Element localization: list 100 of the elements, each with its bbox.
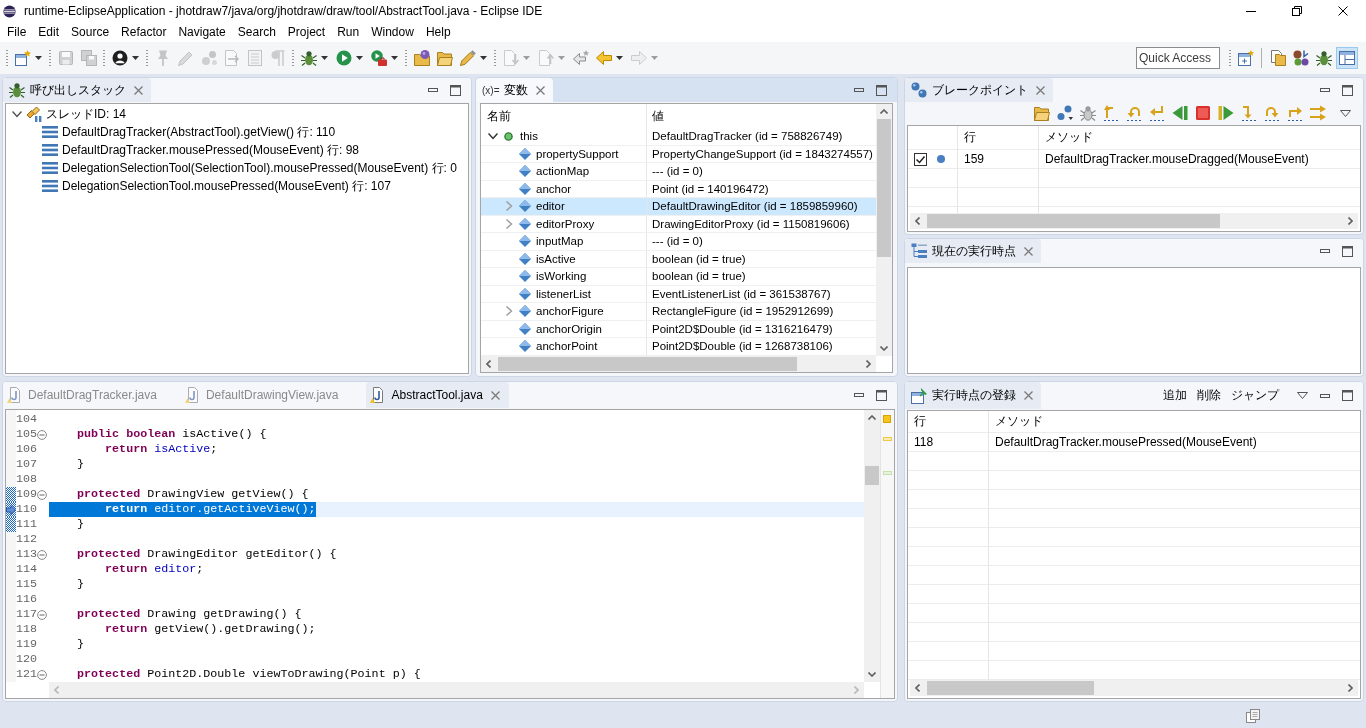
chevron-down-icon[interactable] (488, 131, 498, 142)
table-row[interactable]: anchorOrigin Point2D$Double (id = 1316216479) (481, 320, 876, 338)
menu-item[interactable]: Window (365, 25, 420, 39)
horizontal-scrollbar[interactable] (910, 213, 1358, 229)
menu-item[interactable]: Refactor (115, 25, 173, 39)
chevron-right-icon[interactable] (1348, 684, 1353, 692)
menu-item[interactable]: Run (331, 25, 366, 39)
table-row[interactable]: inputMap --- (id = 0) (481, 233, 876, 251)
editor-tab[interactable]: AbstractTool.java (366, 382, 509, 408)
minimize-icon[interactable] (1320, 249, 1330, 253)
maximize-icon[interactable] (876, 84, 887, 96)
tree-item[interactable]: DefaultDragTracker.mousePressed(MouseEvent) 行: 98 (62, 141, 359, 159)
collapse-icon[interactable] (37, 609, 47, 620)
dropdown-caret-icon[interactable] (480, 56, 487, 60)
annotation-ruler[interactable] (6, 410, 16, 682)
add-button[interactable]: 追加 (1163, 387, 1187, 404)
view-tab[interactable]: ブレークポイント (905, 78, 1053, 102)
table-row[interactable]: actionMap --- (id = 0) (481, 163, 876, 181)
table-row[interactable]: editorProxy DrawingEditorProxy (id = 1150819606) (481, 215, 876, 233)
bug-icon[interactable] (300, 50, 317, 66)
bent-arrow-icon[interactable] (1149, 105, 1165, 121)
column-header[interactable]: メソッド (995, 413, 1043, 430)
view-menu-icon[interactable] (1297, 392, 1308, 399)
stop-icon[interactable] (1195, 105, 1211, 121)
minimize-icon[interactable] (1320, 88, 1330, 92)
window-star-icon[interactable] (14, 50, 31, 66)
menu-item[interactable]: Search (231, 25, 282, 39)
dropdown-caret-icon[interactable] (616, 56, 623, 60)
curved-arrow-icon[interactable] (1126, 105, 1142, 121)
view-tab[interactable]: 呼び出しスタック (3, 78, 151, 102)
chevron-right-icon[interactable] (1348, 217, 1353, 225)
jump-button[interactable]: ジャンプ (1231, 387, 1279, 404)
view-menu-icon[interactable] (1340, 109, 1351, 117)
table-row[interactable]: listenerList EventListenerList (id = 361538767) (481, 285, 876, 303)
folder-icon[interactable] (436, 50, 453, 66)
view-tab[interactable]: (x)= 変数 (476, 78, 553, 102)
dropdown-caret-icon[interactable] (132, 56, 139, 60)
bar-triangle-icon[interactable] (1218, 105, 1234, 121)
menu-item[interactable]: File (1, 25, 33, 39)
scrollbar-thumb[interactable] (927, 681, 1095, 695)
close-icon[interactable] (490, 390, 500, 400)
tree-item[interactable]: DelegationSelectionTool(SelectionTool).mousePressed(MouseEvent) 行: 0 (62, 159, 457, 177)
chevron-left-icon[interactable] (486, 360, 491, 368)
chevron-right-icon[interactable] (866, 360, 871, 368)
collapse-icon[interactable] (37, 549, 47, 560)
table-row[interactable]: propertySupport PropertyChangeSupport (id = 1843274557) (481, 145, 876, 163)
menu-item[interactable]: Source (65, 25, 116, 39)
close-icon[interactable] (134, 85, 143, 95)
bug-icon[interactable] (1080, 105, 1096, 121)
window-plus-icon[interactable] (1237, 50, 1254, 66)
scrollbar-thumb[interactable] (497, 357, 798, 371)
chevron-left-icon[interactable] (915, 684, 920, 692)
folder-icon[interactable] (1034, 105, 1050, 121)
person-circle-icon[interactable] (111, 50, 128, 66)
table-row[interactable]: this DefaultDragTracker (id = 758826749) (481, 128, 876, 146)
menu-item[interactable]: Project (281, 25, 332, 39)
chevron-right-icon[interactable] (504, 218, 514, 229)
minimize-icon[interactable] (428, 88, 438, 92)
dropdown-caret-icon[interactable] (391, 56, 398, 60)
step-over-icon[interactable] (1264, 105, 1280, 121)
collapse-icon[interactable] (37, 669, 47, 680)
table-row[interactable]: isWorking boolean (id = true) (481, 268, 876, 286)
column-header[interactable]: 行 (914, 413, 926, 430)
horizontal-scrollbar[interactable] (481, 356, 876, 372)
perspective-button[interactable] (1336, 47, 1358, 69)
scrollbar-thumb[interactable] (865, 466, 879, 486)
menu-item[interactable]: Edit (32, 25, 66, 39)
close-icon[interactable] (1024, 246, 1033, 256)
scrollbar-thumb[interactable] (927, 214, 1220, 228)
chevron-right-icon[interactable] (504, 306, 514, 317)
horizontal-scrollbar[interactable] (910, 680, 1358, 696)
maximize-icon[interactable] (1342, 245, 1353, 257)
checkbox[interactable] (914, 152, 927, 166)
close-icon[interactable] (1036, 85, 1045, 95)
outlined-left-arrow-icon[interactable] (572, 50, 589, 66)
maximize-icon[interactable] (450, 84, 461, 96)
tree-item[interactable]: DefaultDragTracker(AbstractTool).getView() 行: 110 (62, 123, 336, 141)
chevron-down-icon[interactable] (12, 109, 22, 119)
maximize-icon[interactable] (1342, 84, 1353, 96)
step-into-icon[interactable] (1241, 105, 1257, 121)
chevron-left-icon[interactable] (915, 217, 920, 225)
maximize-icon[interactable] (876, 389, 887, 401)
collapse-icon[interactable] (37, 489, 47, 500)
tree-item[interactable]: DelegationSelectionTool.mousePressed(MouseEvent) 行: 107 (62, 177, 391, 195)
triangle-bar-icon[interactable] (1172, 105, 1188, 121)
view-tab[interactable]: 現在の実行時点 (905, 239, 1041, 263)
dropdown-caret-icon[interactable] (356, 56, 363, 60)
view-tab[interactable]: 実行時点の登録 (905, 382, 1041, 409)
play-toolbox-icon[interactable] (370, 50, 387, 66)
vertical-scrollbar[interactable] (864, 410, 880, 682)
linked-dots-icon[interactable] (1057, 105, 1073, 121)
table-row[interactable]: anchorFigure RectangleFigure (id = 1952912699) (481, 303, 876, 321)
play-circle-icon[interactable] (335, 50, 352, 66)
table-row[interactable]: isActive boolean (id = true) (481, 250, 876, 268)
menu-item[interactable]: Navigate (172, 25, 232, 39)
close-icon[interactable] (1024, 391, 1033, 400)
column-header[interactable]: 行 (964, 129, 976, 146)
chevron-up-icon[interactable] (880, 109, 888, 114)
chevron-down-icon[interactable] (880, 346, 888, 351)
minimize-icon[interactable] (854, 393, 864, 397)
